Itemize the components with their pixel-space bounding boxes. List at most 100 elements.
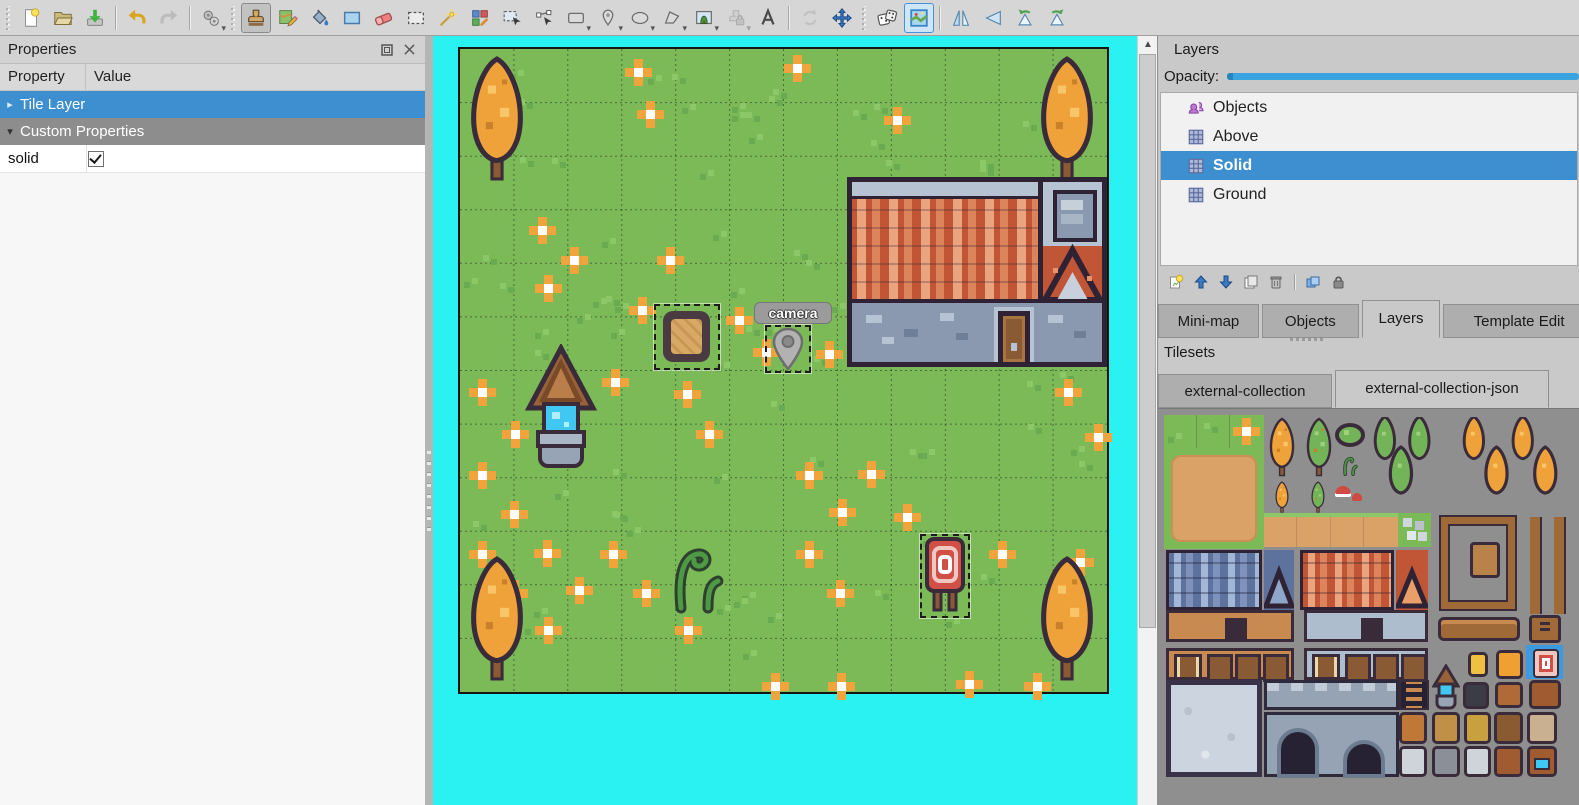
flip-horizontal-button[interactable] (946, 3, 976, 33)
chevron-right-icon[interactable]: ▸ (0, 98, 20, 111)
tab-layers[interactable]: Layers (1362, 300, 1440, 338)
red-roof-tiles[interactable] (1300, 550, 1394, 610)
mushrooms-tile[interactable] (1333, 484, 1365, 511)
tileset-tab-external-collection-json[interactable]: external-collection-json (1335, 370, 1549, 408)
stamp-brush-button[interactable] (241, 3, 271, 33)
magic-wand-button[interactable] (433, 3, 463, 33)
insert-rectangle-button[interactable]: ▾ (561, 3, 591, 33)
property-row[interactable]: solid (0, 145, 425, 173)
small-orange-tree-tile[interactable] (1265, 481, 1299, 513)
panel-splitter[interactable] (425, 36, 433, 805)
highlight-layer-button[interactable] (1302, 272, 1324, 292)
chest-tile[interactable] (1494, 746, 1523, 777)
edit-polygons-button[interactable] (529, 3, 559, 33)
toolbar-grip[interactable] (861, 6, 868, 30)
blue-roof-tiles[interactable] (1166, 550, 1262, 610)
redo-button[interactable] (154, 3, 184, 33)
toolbar-grip[interactable] (230, 6, 237, 30)
map-canvas[interactable]: camera (433, 36, 1137, 805)
hammer-tile[interactable] (1432, 746, 1460, 777)
fence-horizontal-tile[interactable] (1438, 617, 1520, 641)
dropdown-caret-icon[interactable]: ▾ (618, 24, 623, 32)
save-file-button[interactable] (80, 3, 110, 33)
lower-layer-button[interactable] (1215, 272, 1237, 292)
gray-door-tiles[interactable] (1304, 648, 1428, 680)
rotate-left-button[interactable] (1010, 3, 1040, 33)
scythe-tile[interactable] (1399, 746, 1427, 777)
chest-open-tile[interactable] (1527, 746, 1557, 777)
undo-button[interactable] (122, 3, 152, 33)
terrain-brush-button[interactable] (273, 3, 303, 33)
pot-tile[interactable] (1529, 680, 1561, 709)
tan-wall-tiles[interactable] (1166, 610, 1294, 642)
gray-wall-tiles[interactable] (1304, 610, 1428, 642)
key-tile[interactable] (1464, 712, 1491, 744)
random-mode-button[interactable] (872, 3, 902, 33)
camera-point-object[interactable] (765, 325, 811, 373)
layer-row-ground[interactable]: Ground (1161, 180, 1577, 209)
dock-splitter-handle[interactable] (1290, 337, 1324, 342)
tan-door-tiles[interactable] (1166, 648, 1294, 680)
duplicate-layer-button[interactable] (1240, 272, 1262, 292)
bush-tile[interactable] (1334, 421, 1366, 447)
small-well-tile[interactable] (1432, 664, 1460, 710)
tileset-tab-external-collection[interactable]: external-collection (1158, 374, 1332, 408)
dropdown-caret-icon[interactable]: ▾ (650, 24, 655, 32)
insert-template-button[interactable]: ▾ (721, 3, 751, 33)
sprout-tile[interactable] (1335, 454, 1363, 476)
tab-template-edit[interactable]: Template Edit (1443, 304, 1579, 338)
pebble-tile[interactable] (1398, 513, 1431, 547)
shape-fill-button[interactable] (337, 3, 367, 33)
property-checkbox[interactable] (88, 151, 104, 167)
property-group-row[interactable]: ▸Tile Layer (0, 91, 425, 118)
select-same-tile-button[interactable] (465, 3, 495, 33)
new-file-button[interactable] (16, 3, 46, 33)
dropdown-caret-icon[interactable]: ▾ (221, 24, 226, 32)
pickaxe-tile[interactable] (1399, 712, 1427, 744)
beehive-tile[interactable] (1496, 650, 1523, 679)
green-pines-tiles[interactable] (1369, 417, 1445, 511)
eraser-button[interactable] (369, 3, 399, 33)
map-vertical-scrollbar[interactable]: ▲ (1137, 36, 1157, 805)
property-group-row[interactable]: ▾Custom Properties (0, 118, 425, 145)
dropdown-caret-icon[interactable]: ▾ (586, 24, 591, 32)
tileset-view[interactable] (1158, 408, 1579, 805)
bucket-fill-button[interactable] (305, 3, 335, 33)
select-objects-button[interactable] (497, 3, 527, 33)
layer-row-above[interactable]: Above (1161, 122, 1577, 151)
gold-tile[interactable] (1468, 652, 1488, 677)
map-view[interactable]: camera (458, 47, 1109, 694)
new-layer-button[interactable] (1165, 272, 1187, 292)
remove-layer-button[interactable] (1265, 272, 1287, 292)
sign-tile[interactable] (1529, 615, 1561, 643)
toolbar-grip[interactable] (5, 6, 12, 30)
insert-tile-button[interactable]: ▾ (689, 3, 719, 33)
lock-layer-button[interactable] (1327, 272, 1349, 292)
grass-tiles[interactable] (1164, 415, 1264, 448)
stone-floor-tiles[interactable] (1166, 680, 1262, 777)
ladder-tile[interactable] (1399, 680, 1429, 710)
fence-enclosure-tiles[interactable] (1441, 517, 1515, 609)
tab-mini-map[interactable]: Mini-map (1158, 304, 1259, 338)
target-object-selected[interactable] (920, 534, 970, 618)
scroll-up-icon[interactable]: ▲ (1138, 36, 1158, 54)
insert-text-button[interactable] (753, 3, 783, 33)
target-tile-selected[interactable] (1526, 645, 1563, 679)
float-panel-icon[interactable] (379, 42, 395, 58)
bomb-tile[interactable] (1463, 682, 1489, 709)
arch-tiles[interactable] (1264, 712, 1399, 777)
small-green-tree-tile[interactable] (1302, 481, 1334, 513)
opacity-slider[interactable] (1227, 73, 1579, 80)
insert-ellipse-button[interactable]: ▾ (625, 3, 655, 33)
bow-tile[interactable] (1494, 712, 1523, 744)
insert-point-button[interactable]: ▾ (593, 3, 623, 33)
flip-vertical-button[interactable] (978, 3, 1008, 33)
terrain-mode-button[interactable] (904, 3, 934, 33)
dropdown-caret-icon[interactable]: ▾ (682, 24, 687, 32)
pan-tool-button[interactable] (827, 3, 857, 33)
raise-layer-button[interactable] (1190, 272, 1212, 292)
arrow-tile[interactable] (1527, 712, 1557, 744)
scrollbar-thumb[interactable] (1139, 54, 1156, 628)
rectangular-select-button[interactable] (401, 3, 431, 33)
fence-post-tiles[interactable] (1530, 517, 1574, 614)
